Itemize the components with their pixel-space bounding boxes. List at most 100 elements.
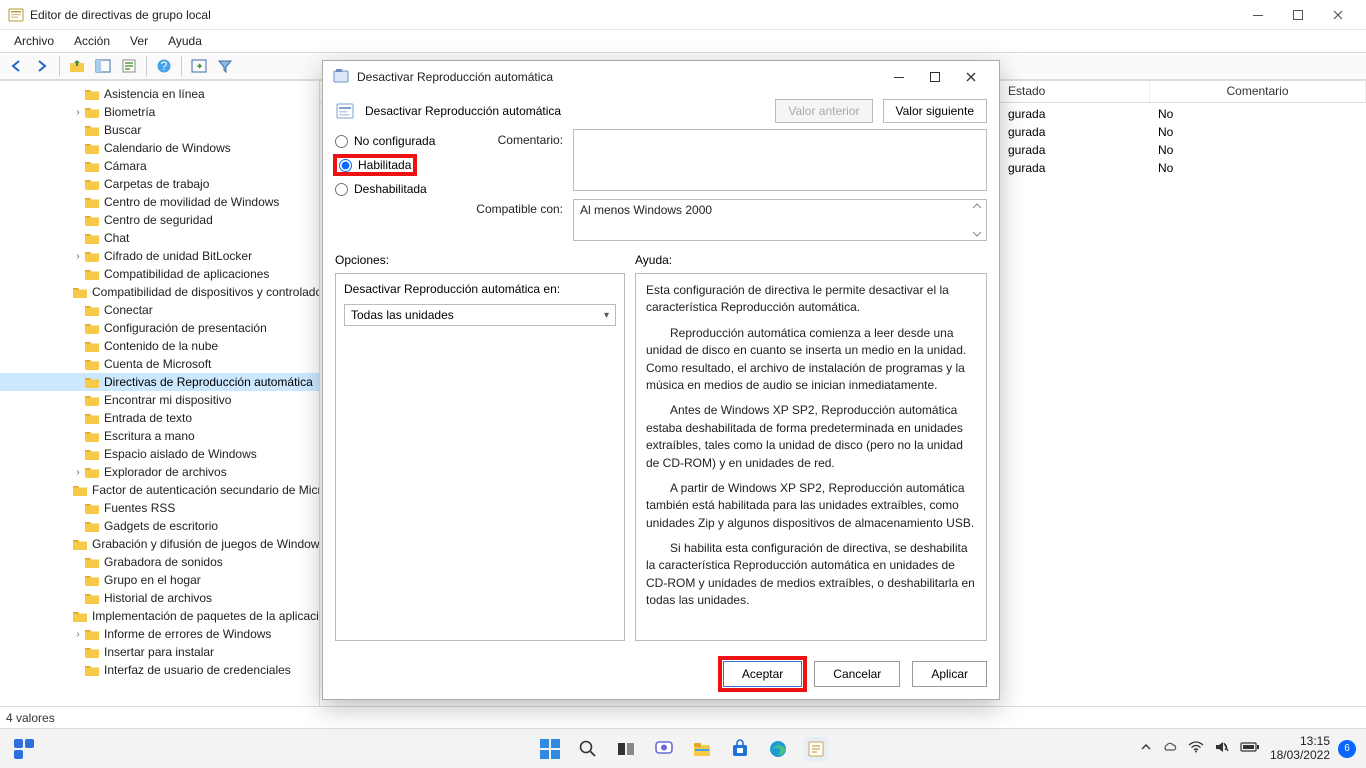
tree-node-label: Conectar: [104, 303, 153, 317]
tree-node[interactable]: Grabación y difusión de juegos de Window…: [0, 535, 319, 553]
policy-dialog: Desactivar Reproducción automática Desac…: [322, 60, 1000, 700]
tree-node[interactable]: Compatibilidad de dispositivos y control…: [0, 283, 319, 301]
tree-node[interactable]: Directivas de Reproducción automática: [0, 373, 319, 391]
minimize-button[interactable]: [1238, 0, 1278, 30]
start-button[interactable]: [538, 737, 562, 761]
next-setting-button[interactable]: Valor siguiente: [883, 99, 988, 123]
menu-ayuda[interactable]: Ayuda: [160, 32, 210, 50]
chat-icon[interactable]: [652, 737, 676, 761]
menubar: Archivo Acción Ver Ayuda: [0, 30, 1366, 52]
cell-estado: gurada: [1000, 143, 1150, 157]
col-comentario[interactable]: Comentario: [1150, 81, 1366, 102]
tray-volume-icon[interactable]: [1214, 740, 1230, 757]
menu-ver[interactable]: Ver: [122, 32, 156, 50]
tree-node[interactable]: Grupo en el hogar: [0, 571, 319, 589]
tree-node-label: Compatibilidad de aplicaciones: [104, 267, 269, 281]
radio-enabled[interactable]: [339, 159, 352, 172]
folder-icon: [84, 123, 100, 137]
tree-node[interactable]: Cámara: [0, 157, 319, 175]
tree-pane[interactable]: Asistencia en línea›BiometríaBuscarCalen…: [0, 81, 320, 706]
tree-expander-icon[interactable]: ›: [72, 629, 84, 640]
tree-node-label: Cuenta de Microsoft: [104, 357, 211, 371]
back-button[interactable]: [4, 54, 28, 78]
policy-icon: [335, 101, 355, 121]
tree-node[interactable]: Contenido de la nube: [0, 337, 319, 355]
menu-archivo[interactable]: Archivo: [6, 32, 62, 50]
menu-accion[interactable]: Acción: [66, 32, 118, 50]
tree-node-label: Directivas de Reproducción automática: [104, 375, 313, 389]
filter-button[interactable]: [213, 54, 237, 78]
tree-node[interactable]: Implementación de paquetes de la aplicac…: [0, 607, 319, 625]
tree-node[interactable]: ›Biometría: [0, 103, 319, 121]
tree-node[interactable]: Cuenta de Microsoft: [0, 355, 319, 373]
help-button[interactable]: ?: [152, 54, 176, 78]
tree-node[interactable]: Configuración de presentación: [0, 319, 319, 337]
task-view-icon[interactable]: [614, 737, 638, 761]
tree-node[interactable]: ›Cifrado de unidad BitLocker: [0, 247, 319, 265]
radio-not-configured[interactable]: No configurada: [323, 129, 473, 153]
tree-node[interactable]: Centro de seguridad: [0, 211, 319, 229]
maximize-button[interactable]: [1278, 0, 1318, 30]
folder-icon: [72, 285, 88, 299]
tree-expander-icon[interactable]: ›: [72, 467, 84, 478]
dialog-close-button[interactable]: [953, 63, 989, 91]
cancel-button[interactable]: Cancelar: [814, 661, 900, 687]
tree-node[interactable]: Conectar: [0, 301, 319, 319]
tree-node[interactable]: Insertar para instalar: [0, 643, 319, 661]
help-paragraph: A partir de Windows XP SP2, Reproducción…: [646, 480, 976, 532]
tray-wifi-icon[interactable]: [1188, 741, 1204, 756]
tree-node[interactable]: Carpetas de trabajo: [0, 175, 319, 193]
show-hide-tree-button[interactable]: [91, 54, 115, 78]
notifications-badge[interactable]: 6: [1338, 740, 1356, 758]
tree-node[interactable]: ›Informe de errores de Windows: [0, 625, 319, 643]
folder-icon: [84, 627, 100, 641]
tree-node[interactable]: Espacio aislado de Windows: [0, 445, 319, 463]
up-button[interactable]: [65, 54, 89, 78]
explorer-icon[interactable]: [690, 737, 714, 761]
gpedit-taskbar-icon[interactable]: [804, 737, 828, 761]
compat-scroll[interactable]: [972, 202, 984, 238]
tree-expander-icon[interactable]: ›: [72, 107, 84, 118]
tree-node[interactable]: Interfaz de usuario de credenciales: [0, 661, 319, 679]
store-icon[interactable]: [728, 737, 752, 761]
tree-node[interactable]: Factor de autenticación secundario de Mi…: [0, 481, 319, 499]
tree-node[interactable]: Grabadora de sonidos: [0, 553, 319, 571]
dialog-maximize-button[interactable]: [917, 63, 953, 91]
dialog-minimize-button[interactable]: [881, 63, 917, 91]
radio-disabled[interactable]: Deshabilitada: [323, 177, 473, 201]
tree-node[interactable]: Gadgets de escritorio: [0, 517, 319, 535]
forward-button[interactable]: [30, 54, 54, 78]
tree-node[interactable]: Compatibilidad de aplicaciones: [0, 265, 319, 283]
properties-button[interactable]: [117, 54, 141, 78]
tree-node[interactable]: Calendario de Windows: [0, 139, 319, 157]
tree-expander-icon[interactable]: ›: [72, 251, 84, 262]
tree-node[interactable]: Escritura a mano: [0, 427, 319, 445]
tree-node[interactable]: Chat: [0, 229, 319, 247]
folder-icon: [84, 87, 100, 101]
tree-node[interactable]: Buscar: [0, 121, 319, 139]
edge-icon[interactable]: [766, 737, 790, 761]
export-button[interactable]: [187, 54, 211, 78]
tree-node[interactable]: Asistencia en línea: [0, 85, 319, 103]
tray-battery-icon[interactable]: [1240, 741, 1260, 756]
folder-icon: [72, 537, 88, 551]
folder-icon: [84, 411, 100, 425]
tray-chevron-up-icon[interactable]: [1140, 741, 1152, 756]
tree-node[interactable]: Encontrar mi dispositivo: [0, 391, 319, 409]
clock[interactable]: 13:15 18/03/2022 6: [1270, 735, 1356, 763]
comentario-textarea[interactable]: [573, 129, 987, 191]
search-icon[interactable]: [576, 737, 600, 761]
tree-node[interactable]: Entrada de texto: [0, 409, 319, 427]
tray-onedrive-icon[interactable]: [1162, 741, 1178, 756]
tree-node[interactable]: Fuentes RSS: [0, 499, 319, 517]
help-panel[interactable]: Esta configuración de directiva le permi…: [635, 273, 987, 641]
tree-node[interactable]: ›Explorador de archivos: [0, 463, 319, 481]
col-estado[interactable]: Estado: [1000, 81, 1150, 102]
widgets-icon[interactable]: [12, 737, 36, 761]
tree-node[interactable]: Historial de archivos: [0, 589, 319, 607]
close-button[interactable]: [1318, 0, 1358, 30]
apply-button[interactable]: Aplicar: [912, 661, 987, 687]
accept-button[interactable]: Aceptar: [723, 661, 802, 687]
tree-node[interactable]: Centro de movilidad de Windows: [0, 193, 319, 211]
autoplay-scope-dropdown[interactable]: Todas las unidades ▾: [344, 304, 616, 326]
